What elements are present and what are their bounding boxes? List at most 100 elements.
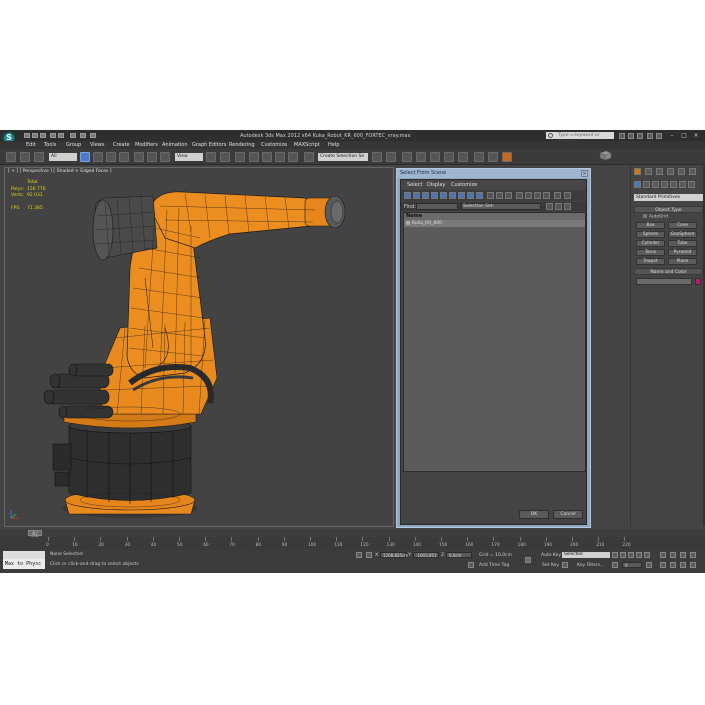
help-icon[interactable] [656,133,662,139]
unlink-icon[interactable] [20,152,30,162]
geometry-category-icon[interactable] [634,181,641,188]
time-slider[interactable]: 0 / 225 [0,529,705,541]
display-space-warps-icon[interactable] [449,192,456,199]
graphite-ribbon-icon[interactable] [416,152,426,162]
geosphere-button[interactable]: GeoSphere [668,231,697,238]
menu-rendering[interactable]: Rendering [229,142,255,148]
hold-icon[interactable] [70,133,76,138]
spinner-snap-icon[interactable] [288,152,298,162]
named-selection-dropdown[interactable]: Create Selection Se [318,153,368,161]
x-coordinate-field[interactable]: 1208,825cm [380,552,408,558]
select-all-icon[interactable] [516,192,523,199]
pyramid-button[interactable]: Pyramid [668,249,697,256]
filter-icon[interactable] [554,192,561,199]
window-crossing-icon[interactable] [119,152,129,162]
cylinder-button[interactable]: Cylinder [636,240,665,247]
find-case-icon[interactable] [546,203,553,210]
maximize-viewport-icon[interactable] [690,562,696,568]
rendered-frame-icon[interactable] [488,152,498,162]
set-key-button[interactable]: Set Key [542,563,559,568]
menu-graph-editors[interactable]: Graph Editors [192,142,226,148]
goto-end-icon[interactable] [644,552,650,558]
next-frame-icon[interactable] [636,552,642,558]
teapot-button[interactable]: Teapot [636,258,665,265]
undo-icon[interactable] [50,133,56,138]
menu-tools[interactable]: Tools [44,142,56,148]
keyboard-shortcut-icon[interactable] [235,152,245,162]
menu-customize[interactable]: Customize [261,142,287,148]
zoom-extents-all-icon[interactable] [690,552,696,558]
display-lights-icon[interactable] [422,192,429,199]
create-tab-icon[interactable] [634,168,641,175]
align-icon[interactable] [386,152,396,162]
mirror-icon[interactable] [372,152,382,162]
menu-views[interactable]: Views [90,142,104,148]
rectangular-selection-icon[interactable] [106,152,116,162]
edit-named-selection-icon[interactable] [304,152,314,162]
display-none-icon[interactable] [496,192,503,199]
pivot-center-icon[interactable] [206,152,216,162]
list-item[interactable]: Kuka_KR_600 [404,220,585,227]
viewport-label[interactable]: [ + ] [ Perspective ] [ Shaded + Edged F… [8,169,112,174]
display-geometry-icon[interactable] [404,192,411,199]
schematic-view-icon[interactable] [444,152,454,162]
menu-help[interactable]: Help [328,142,339,148]
curve-editor-icon[interactable] [430,152,440,162]
display-all-icon[interactable] [487,192,494,199]
save-file-icon[interactable] [40,133,46,138]
pan-icon[interactable] [670,562,676,568]
menu-group[interactable]: Group [66,142,81,148]
space-warps-category-icon[interactable] [679,181,686,188]
hierarchy-icon[interactable] [564,192,571,199]
key-icon[interactable] [525,557,531,563]
display-tab-icon[interactable] [678,168,685,175]
angle-snap-icon[interactable] [262,152,272,162]
key-mode-dropdown[interactable]: Selected [562,552,610,558]
select-none-icon[interactable] [525,192,532,199]
minimize-button[interactable]: – [668,132,676,139]
zoom-all-icon[interactable] [670,552,676,558]
helpers-category-icon[interactable] [670,181,677,188]
object-list[interactable]: Name Kuka_KR_600 [403,212,586,472]
play-icon[interactable] [628,552,634,558]
modify-tab-icon[interactable] [645,168,652,175]
favorites-icon[interactable] [647,133,653,139]
find-sort-icon[interactable] [564,203,571,210]
display-groups-icon[interactable] [458,192,465,199]
display-cameras-icon[interactable] [431,192,438,199]
lights-category-icon[interactable] [652,181,659,188]
display-invert-icon[interactable] [505,192,512,199]
select-manipulate-icon[interactable] [220,152,230,162]
auto-key-button[interactable]: Auto Key [541,553,561,558]
cameras-category-icon[interactable] [661,181,668,188]
quick-access-dropdown-icon[interactable] [90,133,96,138]
absolute-mode-icon[interactable] [366,552,372,558]
menu-modifiers[interactable]: Modifiers [135,142,158,148]
rotate-icon[interactable] [147,152,157,162]
subscription-icon[interactable] [628,133,634,139]
torus-button[interactable]: Torus [636,249,665,256]
scale-icon[interactable] [160,152,170,162]
sphere-button[interactable]: Sphere [636,231,665,238]
utilities-tab-icon[interactable] [689,168,696,175]
cancel-button[interactable]: Cancel [553,510,583,519]
dialog-menu-select[interactable]: Select [407,182,422,188]
display-bones-icon[interactable] [476,192,483,199]
search-input[interactable]: Type a keyword or phrase [546,132,614,145]
autogrid-checkbox[interactable]: AutoGrid [643,214,668,220]
key-filters-button[interactable]: Key Filters... [577,563,604,568]
reference-coord-dropdown[interactable]: View [175,153,203,161]
display-shapes-icon[interactable] [413,192,420,199]
key-mode-toggle-icon[interactable] [612,562,618,568]
hierarchy-tab-icon[interactable] [656,168,663,175]
project-folder-icon[interactable] [80,133,86,138]
set-key-icon[interactable] [562,562,568,568]
lock-selection-icon[interactable] [356,552,362,558]
tube-button[interactable]: Tube [668,240,697,247]
ok-button[interactable]: OK [519,510,549,519]
communication-icon[interactable] [637,133,643,139]
object-name-input[interactable] [636,278,692,285]
box-button[interactable]: Box [636,222,665,229]
dialog-menu-display[interactable]: Display [427,182,445,188]
select-invert-icon[interactable] [534,192,541,199]
